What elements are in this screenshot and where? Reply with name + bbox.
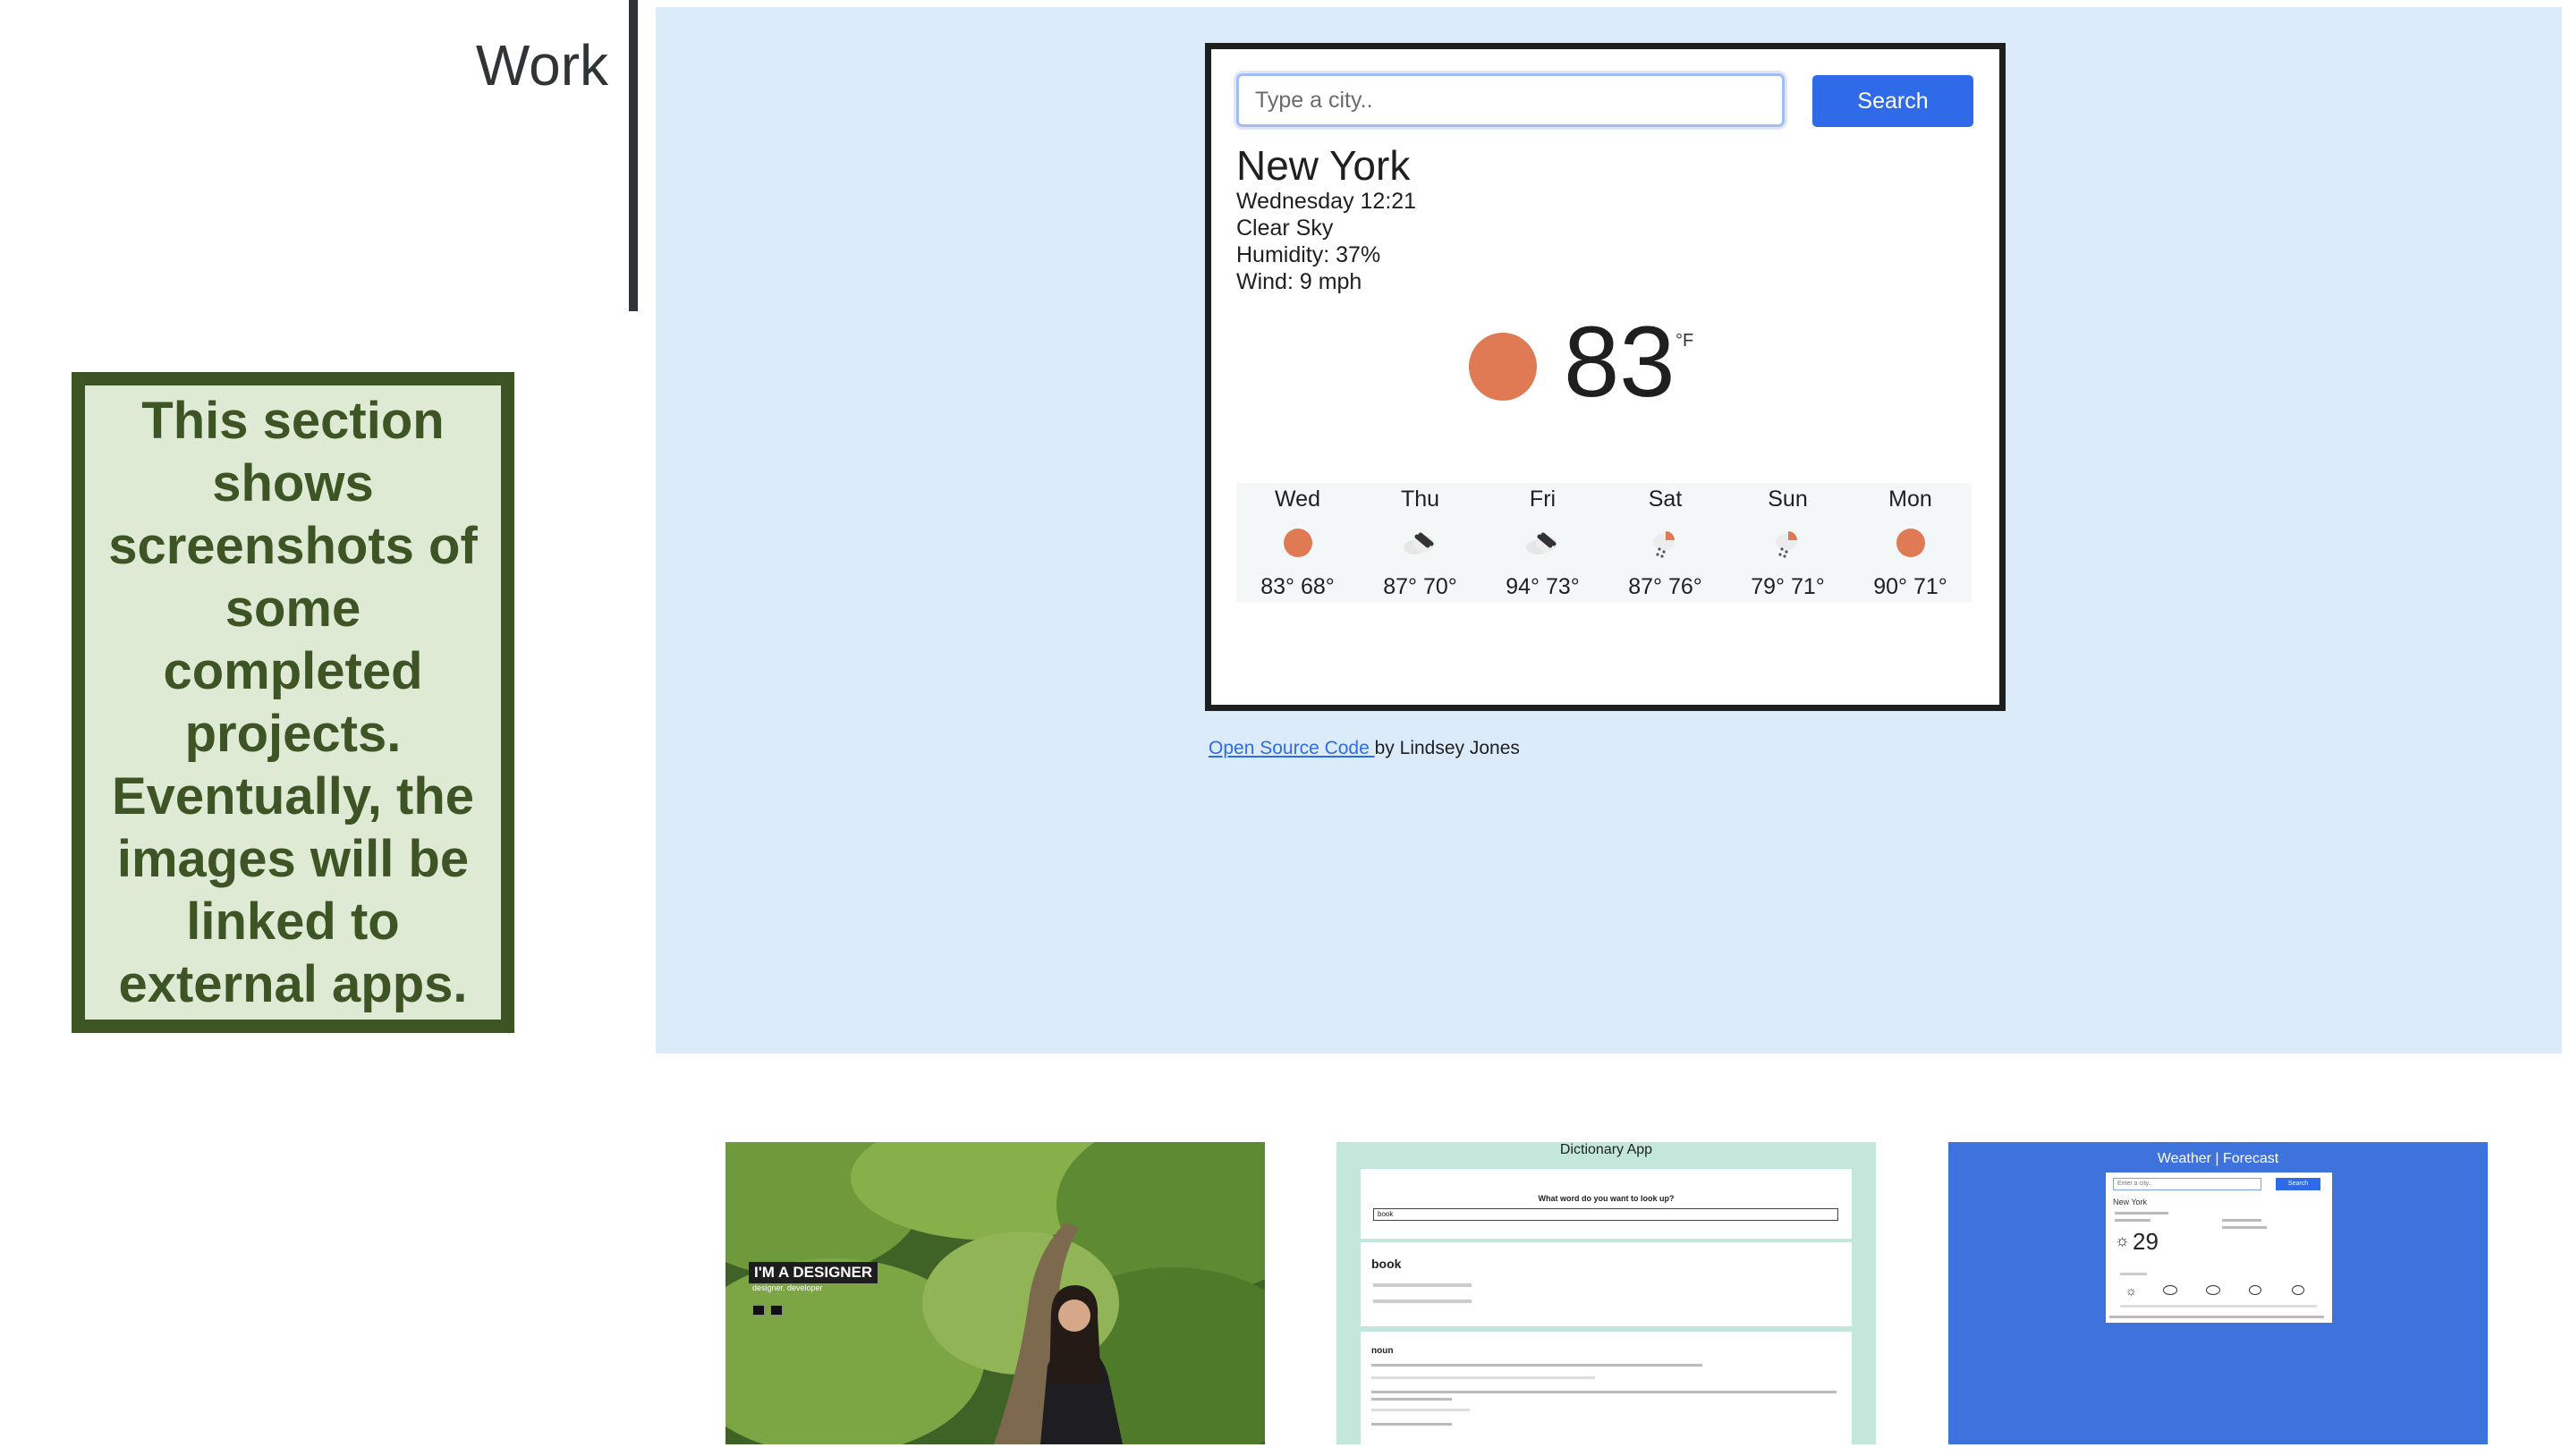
section-note-text: This section shows screenshots of some c… <box>108 391 478 1013</box>
sun-rain-icon <box>1769 528 1808 558</box>
rain-icon <box>2292 1285 2304 1295</box>
weather-thumb-city: New York <box>2113 1198 2148 1206</box>
sun-icon <box>1891 528 1930 558</box>
detail-line <box>2222 1226 2267 1229</box>
forest-photo <box>725 1142 1265 1444</box>
forecast-day: Mon 90° 71° <box>1849 483 1972 603</box>
section-heading: Work <box>475 33 608 97</box>
forecast-day: Sun 79° 71° <box>1726 483 1849 603</box>
weather-description: Clear Sky <box>1236 216 1334 241</box>
definition-line <box>1371 1423 1452 1426</box>
search-button[interactable]: Search <box>1812 75 1973 127</box>
sun-icon: ☼ <box>2125 1283 2137 1298</box>
forecast-day-name: Mon <box>1888 487 1932 512</box>
forecast-temps: 87° 70° <box>1383 574 1457 599</box>
forecast-day: Thu 87° 70° <box>1359 483 1481 603</box>
dictionary-thumbnail[interactable]: Dictionary App What word do you want to … <box>1336 1142 1876 1444</box>
forecast-day-line <box>2120 1273 2147 1275</box>
date-time: Wednesday 12:21 <box>1236 189 1417 214</box>
github-icon <box>752 1305 765 1316</box>
cloud-icon <box>2206 1285 2220 1295</box>
weather-thumb-search: Search <box>2276 1178 2320 1190</box>
weather-thumb-card: Enter a city.. Search New York ☼ 29 ☼ <box>2106 1172 2332 1323</box>
cloud-icon <box>1401 528 1440 558</box>
credit-line: Open Source Code by Lindsey Jones <box>1209 738 1520 759</box>
forecast-day-name: Thu <box>1400 487 1440 512</box>
definition-line <box>1371 1364 1702 1367</box>
definition-line <box>1371 1391 1837 1393</box>
forecast-day-name: Fri <box>1529 487 1557 512</box>
portfolio-subline: designer. developer <box>752 1283 823 1292</box>
open-source-code-link[interactable]: Open Source Code <box>1209 738 1375 758</box>
forecast-day-name: Wed <box>1275 487 1320 512</box>
forecast-day: Fri 94° 73° <box>1481 483 1604 603</box>
cloud-icon <box>2163 1285 2177 1295</box>
example-line <box>1371 1409 1470 1411</box>
section-divider <box>629 0 638 311</box>
sun-icon: ☼ <box>2115 1232 2130 1249</box>
dictionary-title: Dictionary App <box>1559 1142 1653 1157</box>
dictionary-definition-card: noun <box>1361 1332 1852 1444</box>
city-search-input[interactable] <box>1236 73 1785 127</box>
rain-icon <box>2249 1285 2261 1295</box>
credit-line <box>2109 1316 2324 1318</box>
dictionary-search-card: What word do you want to look up? book <box>1361 1169 1852 1239</box>
weather-forecast-thumbnail[interactable]: Weather | Forecast Enter a city.. Search… <box>1948 1142 2488 1444</box>
dictionary-word-card: book <box>1361 1242 1852 1326</box>
forecast-day: Wed 83° 68° <box>1236 483 1359 603</box>
sun-icon <box>1278 528 1318 558</box>
dictionary-question: What word do you want to look up? <box>1538 1194 1675 1203</box>
credit-author: by Lindsey Jones <box>1374 738 1520 758</box>
forecast-temps-line <box>2120 1305 2317 1308</box>
forecast-temps: 90° 71° <box>1873 574 1947 599</box>
forecast-strip: Wed 83° 68° Thu 87° 70° Fri 94° 73° Sat … <box>1236 483 1972 603</box>
forecast-day-name: Sun <box>1768 487 1808 512</box>
example-line <box>1371 1376 1595 1379</box>
humidity: Humidity: 37% <box>1236 242 1381 267</box>
definition-line <box>1371 1398 1452 1401</box>
detail-line <box>2222 1219 2261 1222</box>
temperature-unit: °F <box>1675 331 1694 351</box>
weather-thumb-title: Weather | Forecast <box>2157 1151 2279 1166</box>
dictionary-word: book <box>1371 1257 1402 1271</box>
detail-line <box>2115 1219 2151 1222</box>
forecast-temps: 87° 76° <box>1628 574 1702 599</box>
forecast-temps: 79° 71° <box>1751 574 1825 599</box>
cloud-icon <box>1523 528 1563 558</box>
portfolio-headline: I'M A DESIGNER <box>749 1262 878 1283</box>
weather-thumb-temp: 29 <box>2133 1228 2159 1255</box>
dictionary-search-input: book <box>1373 1208 1838 1221</box>
portfolio-thumbnail[interactable]: I'M A DESIGNER designer. developer <box>725 1142 1265 1444</box>
sun-rain-icon <box>1646 528 1685 558</box>
forecast-day: Sat 87° 76° <box>1604 483 1726 603</box>
city-name: New York <box>1236 142 1411 189</box>
forecast-temps: 94° 73° <box>1506 574 1580 599</box>
part-of-speech: noun <box>1371 1346 1394 1356</box>
phonetic-line <box>1373 1283 1472 1287</box>
linkedin-icon <box>770 1305 783 1316</box>
wind: Wind: 9 mph <box>1236 269 1362 294</box>
forecast-day-name: Sat <box>1648 487 1683 512</box>
weather-thumb-input: Enter a city.. <box>2113 1178 2261 1190</box>
current-temperature: 83 <box>1564 306 1675 418</box>
phonetic-line <box>1373 1299 1472 1303</box>
forecast-temps: 83° 68° <box>1260 574 1335 599</box>
weather-thumb-forecast: ☼ <box>2117 1269 2322 1314</box>
sun-icon <box>1469 333 1537 401</box>
detail-line <box>2115 1212 2168 1215</box>
section-note-box: This section shows screenshots of some c… <box>72 372 514 1033</box>
